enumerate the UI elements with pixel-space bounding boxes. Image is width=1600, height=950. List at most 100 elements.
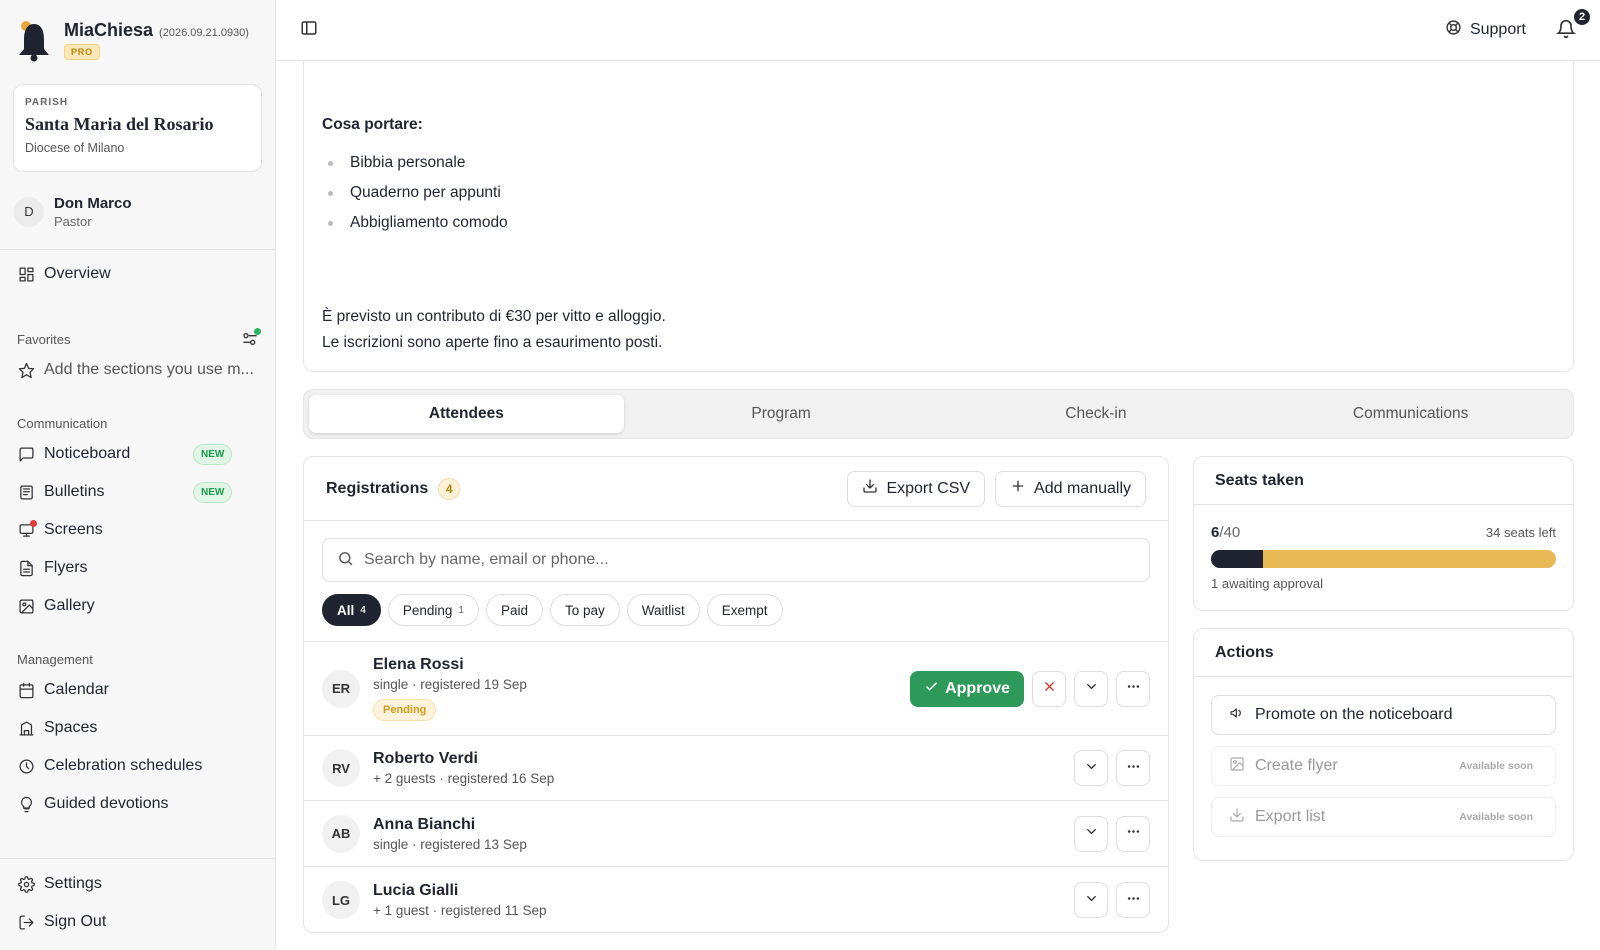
notifications-button[interactable]: 2 — [1555, 7, 1592, 41]
avatar: D — [14, 196, 44, 227]
favorites-section-label: Favorites — [0, 327, 275, 351]
sidebar-item-spaces[interactable]: Spaces — [0, 709, 275, 747]
tab-check-in[interactable]: Check-in — [939, 395, 1254, 433]
customize-favorites-icon[interactable] — [242, 328, 261, 347]
search-box — [322, 538, 1150, 582]
support-button[interactable]: Support — [1445, 19, 1526, 41]
chevron-down-icon — [1084, 679, 1099, 698]
export-csv-button[interactable]: Export CSV — [847, 470, 986, 507]
sidebar-item-label: Celebration schedules — [44, 757, 203, 774]
add-manually-button[interactable]: Add manually — [995, 470, 1146, 507]
table-row[interactable]: RV Roberto Verdi + 2 guests · registered… — [304, 736, 1168, 801]
attendee-name: Anna Bianchi — [373, 815, 476, 833]
create-flyer-label: Create flyer — [1255, 757, 1338, 774]
registrations-count: 4 — [438, 477, 461, 500]
promote-button[interactable]: Promote on the noticeboard — [1211, 695, 1556, 735]
sidebar-item-settings[interactable]: Settings — [0, 865, 275, 903]
sidebar-item-overview[interactable]: Overview — [0, 255, 275, 293]
expand-button[interactable] — [1074, 815, 1108, 852]
life-buoy-icon — [1445, 19, 1462, 41]
parish-card[interactable]: PARISH Santa Maria del Rosario Diocese o… — [13, 84, 262, 172]
sidebar-item-signout[interactable]: Sign Out — [0, 903, 275, 941]
approve-button[interactable]: Approve — [910, 670, 1024, 707]
sidebar-footer: Settings Sign Out — [0, 858, 275, 950]
sidebar-item-label: Calendar — [44, 681, 109, 698]
avatar: ER — [322, 669, 360, 708]
parish-name: Santa Maria del Rosario — [25, 114, 214, 134]
tab-program[interactable]: Program — [624, 395, 939, 433]
chevron-down-icon — [1084, 759, 1099, 778]
toggle-sidebar-icon[interactable] — [300, 19, 318, 41]
sidebar-item-screens[interactable]: Screens — [0, 511, 275, 549]
building-icon — [17, 719, 35, 737]
tab-communications[interactable]: Communications — [1253, 395, 1568, 433]
sidebar-item-gallery[interactable]: Gallery — [0, 587, 275, 625]
download-icon — [1229, 807, 1245, 828]
support-label: Support — [1469, 21, 1526, 38]
check-icon — [924, 679, 939, 699]
newspaper-icon — [17, 483, 35, 501]
attendee-name: Elena Rossi — [373, 656, 464, 673]
create-flyer-button[interactable]: Create flyer Available soon — [1211, 746, 1556, 786]
sidebar-item-calendar[interactable]: Calendar — [0, 671, 275, 709]
more-button[interactable] — [1116, 670, 1150, 707]
filter-paid[interactable]: Paid — [485, 594, 543, 626]
clock-icon — [17, 757, 35, 775]
table-row[interactable]: LG Lucia Gialli + 1 guest · registered 1… — [304, 867, 1168, 932]
expand-button[interactable] — [1074, 750, 1108, 786]
available-soon-label: Available soon — [1459, 811, 1533, 823]
filter-waitlist[interactable]: Waitlist — [626, 594, 700, 626]
user-name: Don Marco — [54, 194, 132, 212]
pro-badge: PRO — [64, 44, 100, 60]
reject-button[interactable] — [1032, 670, 1066, 707]
filter-exempt[interactable]: Exempt — [706, 594, 783, 626]
more-button[interactable] — [1116, 815, 1150, 852]
more-button[interactable] — [1116, 882, 1150, 918]
sidebar-item-celebration[interactable]: Celebration schedules — [0, 747, 275, 785]
sidebar-item-flyers[interactable]: Flyers — [0, 549, 275, 587]
plus-icon — [1010, 478, 1026, 499]
star-icon — [17, 361, 35, 379]
more-button[interactable] — [1116, 750, 1150, 786]
sidebar-item-bulletins[interactable]: Bulletins NEW — [0, 473, 275, 511]
filter-to-pay[interactable]: To pay — [549, 594, 620, 626]
search-input[interactable] — [364, 551, 1135, 569]
lightbulb-icon — [17, 795, 35, 813]
table-row[interactable]: AB Anna Bianchi single · registered 13 S… — [304, 801, 1168, 867]
favorites-hint[interactable]: Add the sections you use m... — [0, 351, 275, 389]
sidebar-item-label: Gallery — [44, 597, 95, 614]
sidebar-item-label: Screens — [44, 521, 103, 538]
notification-count: 2 — [1572, 7, 1592, 27]
close-icon — [1042, 679, 1057, 698]
actions-title: Actions — [1194, 629, 1573, 677]
export-list-button[interactable]: Export list Available soon — [1211, 797, 1556, 837]
chevron-down-icon — [1084, 891, 1099, 910]
filter-pending[interactable]: Pending 1 — [387, 594, 479, 626]
attendee-name: Roberto Verdi — [373, 750, 478, 767]
more-horizontal-icon — [1126, 679, 1141, 698]
sidebar-item-devotions[interactable]: Guided devotions — [0, 785, 275, 823]
more-horizontal-icon — [1126, 759, 1141, 778]
available-soon-label: Available soon — [1459, 760, 1533, 772]
bring-list: Bibbia personale Quaderno per appunti Ab… — [322, 148, 508, 238]
bell-logo-icon — [16, 20, 52, 62]
images-icon — [17, 597, 35, 615]
parish-label: PARISH — [25, 97, 69, 108]
table-row[interactable]: ER Elena Rossi single · registered 19 Se… — [304, 642, 1168, 736]
file-text-icon — [17, 559, 35, 577]
expand-button[interactable] — [1074, 670, 1108, 707]
registrations-title: Registrations — [326, 479, 429, 497]
expand-button[interactable] — [1074, 882, 1108, 918]
tab-attendees[interactable]: Attendees — [309, 395, 624, 433]
calendar-icon — [17, 681, 35, 699]
seats-count: 6/40 — [1211, 524, 1241, 541]
new-badge: NEW — [193, 443, 233, 465]
event-description: Cosa portare: Bibbia personale Quaderno … — [303, 60, 1574, 372]
parish-diocese: Diocese of Milano — [25, 141, 125, 155]
sidebar-item-noticeboard[interactable]: Noticeboard NEW — [0, 435, 275, 473]
filter-all[interactable]: All 4 — [322, 594, 381, 626]
gear-icon — [17, 875, 35, 893]
user-profile[interactable]: D Don Marco Pastor — [0, 174, 275, 250]
favorites-hint-text: Add the sections you use m... — [44, 361, 254, 378]
seats-left: 34 seats left — [1485, 525, 1556, 540]
